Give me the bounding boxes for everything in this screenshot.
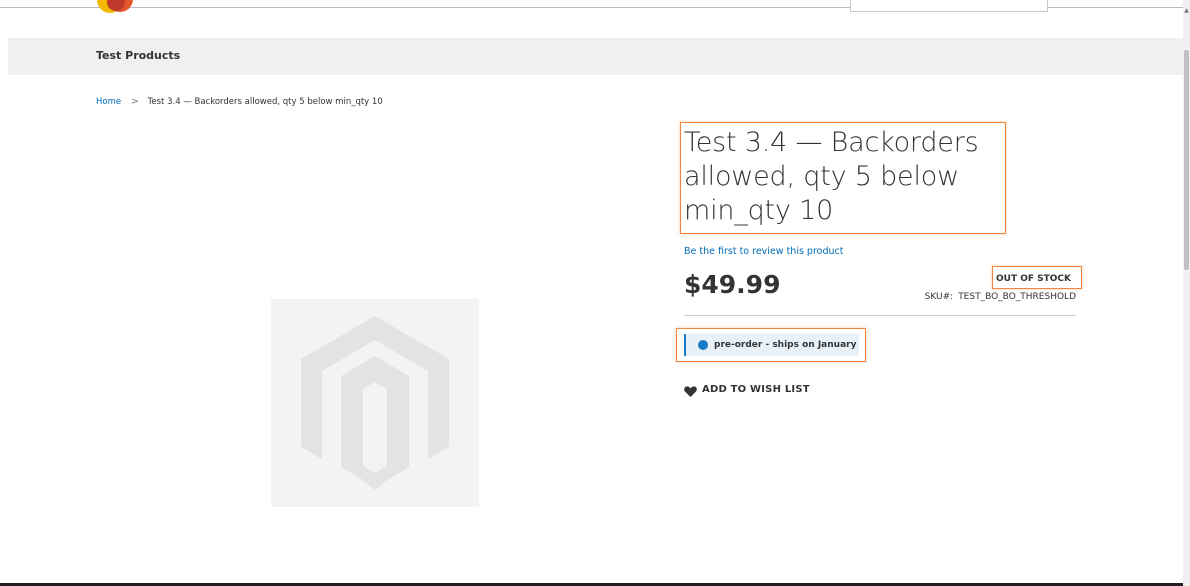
- placeholder-image-icon: [301, 316, 449, 490]
- info-dot-icon: [698, 340, 708, 350]
- breadcrumb-home-link[interactable]: Home: [96, 97, 121, 107]
- preorder-notice: pre-order - ships on January: [684, 334, 859, 356]
- vertical-scrollbar[interactable]: ▲: [1183, 0, 1190, 586]
- stock-status: OUT OF STOCK: [996, 274, 1072, 284]
- wishlist-label: ADD TO WISH LIST: [702, 384, 810, 395]
- divider: [684, 315, 1076, 316]
- product-image-placeholder[interactable]: [271, 299, 479, 507]
- sku-label: SKU#:: [924, 292, 954, 302]
- category-navigation: Test Products: [8, 38, 1183, 75]
- breadcrumb-separator: >: [131, 97, 139, 107]
- scrollbar-thumb[interactable]: [1184, 50, 1189, 270]
- nav-item-test-products[interactable]: Test Products: [96, 49, 180, 62]
- logo-wordmark: [148, 0, 230, 4]
- heart-icon: [684, 386, 697, 397]
- breadcrumb: Home > Test 3.4 — Backorders allowed, qty …: [96, 97, 383, 107]
- preorder-text: pre-order - ships on January: [714, 340, 857, 350]
- breadcrumb-current: Test 3.4 — Backorders allowed, qty 5 bel…: [147, 97, 383, 107]
- product-price: $49.99: [684, 270, 781, 299]
- sku-value: TEST_BO_BO_THRESHOLD: [958, 292, 1076, 302]
- write-review-link[interactable]: Be the first to review this product: [684, 246, 843, 257]
- scroll-up-arrow-icon[interactable]: ▲: [1183, 8, 1190, 14]
- product-title: Test 3.4 — Backorders allowed, qty 5 bel…: [684, 127, 979, 226]
- logo-icon[interactable]: [96, 0, 136, 18]
- page-header: [0, 0, 1183, 13]
- search-input[interactable]: [850, 0, 1048, 12]
- product-sku: SKU#: TEST_BO_BO_THRESHOLD: [925, 292, 1076, 302]
